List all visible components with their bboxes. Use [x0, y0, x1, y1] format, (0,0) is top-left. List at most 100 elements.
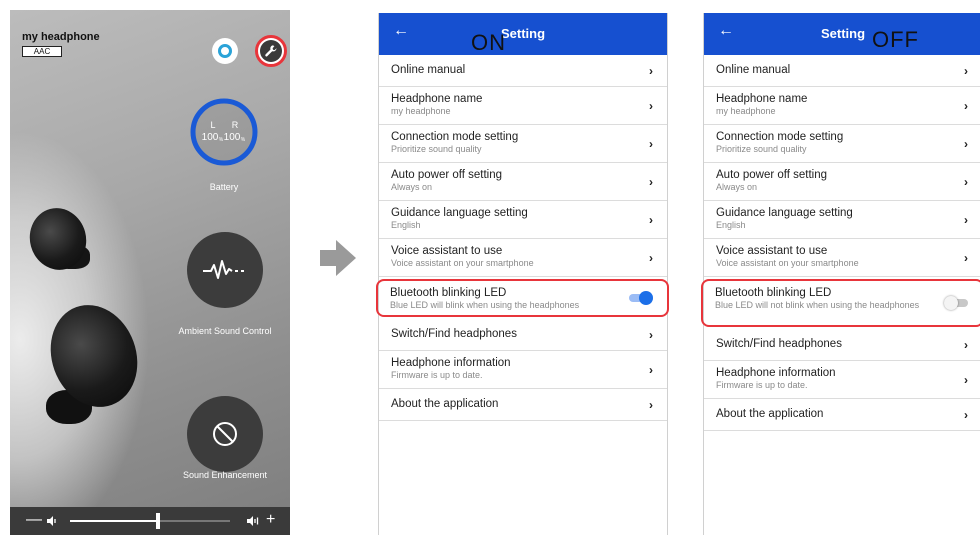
settings-list-on: Online manual › Headphone name my headphone…	[376, 55, 669, 421]
bluetooth-led-toggle[interactable]	[629, 291, 653, 305]
ambient-sound-button[interactable]	[187, 232, 263, 308]
settings-row-label: Bluetooth blinking LED	[390, 287, 507, 299]
settings-row-subtitle: Voice assistant on your smartphone	[716, 258, 859, 268]
settings-row[interactable]: Voice assistant to use Voice assistant on…	[379, 239, 667, 277]
settings-row-label: Guidance language setting	[391, 207, 528, 219]
chevron-right-icon: ›	[964, 250, 968, 265]
settings-row-subtitle: Firmware is up to date.	[716, 380, 808, 390]
settings-row-label: Switch/Find headphones	[716, 338, 842, 350]
settings-row-label: Headphone information	[716, 367, 836, 379]
settings-row-label: Headphone name	[716, 93, 808, 105]
volume-low-icon	[47, 516, 56, 526]
settings-row[interactable]: Connection mode setting Prioritize sound …	[704, 125, 980, 163]
sound-off-icon	[213, 422, 237, 446]
settings-row-label: Bluetooth blinking LED	[715, 287, 832, 299]
volume-high-icon	[247, 516, 259, 526]
settings-row[interactable]: Headphone name my headphone ›	[379, 87, 667, 125]
settings-row[interactable]: Online manual ›	[379, 55, 667, 87]
settings-panel-on: ← Setting ON Online manual › Headphone nam…	[376, 13, 669, 535]
settings-row-subtitle: Always on	[391, 182, 433, 192]
settings-row[interactable]: Voice assistant to use Voice assistant on…	[704, 239, 980, 277]
codec-badge: AAC	[22, 46, 62, 57]
settings-row-subtitle: Blue LED will not blink when using the h…	[715, 300, 920, 310]
settings-title: Setting	[500, 26, 546, 41]
settings-row-label: Headphone name	[391, 93, 483, 105]
settings-row-label: Online manual	[391, 64, 466, 76]
alexa-button[interactable]	[212, 38, 238, 64]
settings-row[interactable]: Guidance language setting English ›	[379, 201, 667, 239]
bluetooth-led-row[interactable]: Bluetooth blinking LED Blue LED will blin…	[376, 279, 669, 317]
alexa-icon	[218, 44, 232, 58]
chevron-right-icon: ›	[964, 407, 968, 422]
toggle-knob	[639, 291, 653, 305]
settings-row-label: Voice assistant to use	[716, 245, 828, 257]
chevron-right-icon: ›	[964, 98, 968, 113]
sound-enhancement-caption: Sound Enhancement	[182, 470, 268, 480]
settings-row-subtitle: English	[391, 220, 421, 230]
chevron-right-icon: ›	[649, 63, 653, 78]
settings-row-subtitle: my headphone	[391, 106, 451, 116]
volume-slider[interactable]	[70, 513, 230, 529]
settings-row-label: Guidance language setting	[716, 207, 853, 219]
settings-header: ← Setting ON	[379, 13, 667, 55]
settings-row-subtitle: Firmware is up to date.	[391, 370, 483, 380]
home-screen: my headphone AAC L R 100 % 100 % Battery…	[10, 10, 290, 535]
battery-left-value: 100	[202, 132, 219, 143]
settings-row[interactable]: Connection mode setting Prioritize sound …	[379, 125, 667, 163]
right-arrow-icon	[320, 240, 356, 276]
settings-row[interactable]: Auto power off setting Always on ›	[704, 163, 980, 201]
settings-row[interactable]: About the application ›	[704, 399, 980, 431]
chevron-right-icon: ›	[649, 98, 653, 113]
settings-row-subtitle: Voice assistant on your smartphone	[391, 258, 534, 268]
state-tag-off: OFF	[872, 27, 919, 52]
settings-row-label: Connection mode setting	[391, 131, 519, 143]
toggle-knob	[944, 296, 958, 310]
chevron-right-icon: ›	[649, 174, 653, 189]
settings-panel-off: ← Setting OFF Online manual › Headphone na…	[701, 13, 980, 535]
settings-row-label: Voice assistant to use	[391, 245, 503, 257]
volume-slider-thumb[interactable]	[156, 513, 160, 529]
battery-right-value: 100	[224, 132, 241, 143]
settings-title: Setting	[820, 26, 866, 41]
volume-down-button[interactable]: —	[26, 511, 42, 529]
settings-row[interactable]: Headphone name my headphone ›	[704, 87, 980, 125]
settings-button[interactable]	[255, 35, 287, 67]
chevron-right-icon: ›	[649, 136, 653, 151]
settings-row[interactable]: Switch/Find headphones ›	[379, 319, 667, 351]
settings-row[interactable]: About the application ›	[379, 389, 667, 421]
device-name: my headphone	[22, 31, 100, 43]
settings-header: ← Setting OFF	[704, 13, 980, 55]
volume-up-button[interactable]: +	[266, 511, 275, 529]
settings-list-off: Online manual › Headphone name my headphone…	[701, 55, 980, 431]
ambient-caption: Ambient Sound Control	[178, 326, 272, 336]
settings-row[interactable]: Auto power off setting Always on ›	[379, 163, 667, 201]
settings-row[interactable]: Online manual ›	[704, 55, 980, 87]
sound-enhancement-button[interactable]	[187, 396, 263, 472]
settings-row[interactable]: Headphone information Firmware is up to d…	[379, 351, 667, 389]
chevron-right-icon: ›	[964, 174, 968, 189]
settings-row-label: About the application	[391, 398, 499, 410]
settings-row-subtitle: Prioritize sound quality	[391, 144, 482, 154]
waveform-icon	[203, 260, 244, 279]
chevron-right-icon: ›	[649, 327, 653, 342]
battery-gauge[interactable]: L R 100 % 100 %	[188, 96, 260, 168]
settings-row-label: Auto power off setting	[716, 169, 828, 181]
chevron-right-icon: ›	[964, 63, 968, 78]
settings-row[interactable]: Guidance language setting English ›	[704, 201, 980, 239]
volume-slider-fill	[70, 520, 158, 522]
settings-row[interactable]: Headphone information Firmware is up to d…	[704, 361, 980, 399]
wrench-icon	[260, 40, 282, 62]
settings-row[interactable]: Switch/Find headphones ›	[704, 329, 980, 361]
settings-row-subtitle: English	[716, 220, 746, 230]
bluetooth-led-toggle[interactable]	[944, 296, 968, 310]
battery-right-label: R	[232, 120, 239, 130]
chevron-right-icon: ›	[649, 397, 653, 412]
volume-bar: — +	[10, 507, 290, 535]
chevron-right-icon: ›	[649, 212, 653, 227]
settings-row-label: Auto power off setting	[391, 169, 503, 181]
chevron-right-icon: ›	[964, 372, 968, 387]
bluetooth-led-row[interactable]: Bluetooth blinking LED Blue LED will not …	[701, 279, 980, 327]
battery-caption: Battery	[209, 182, 239, 192]
battery-right-unit: %	[241, 137, 246, 143]
settings-row-subtitle: my headphone	[716, 106, 776, 116]
